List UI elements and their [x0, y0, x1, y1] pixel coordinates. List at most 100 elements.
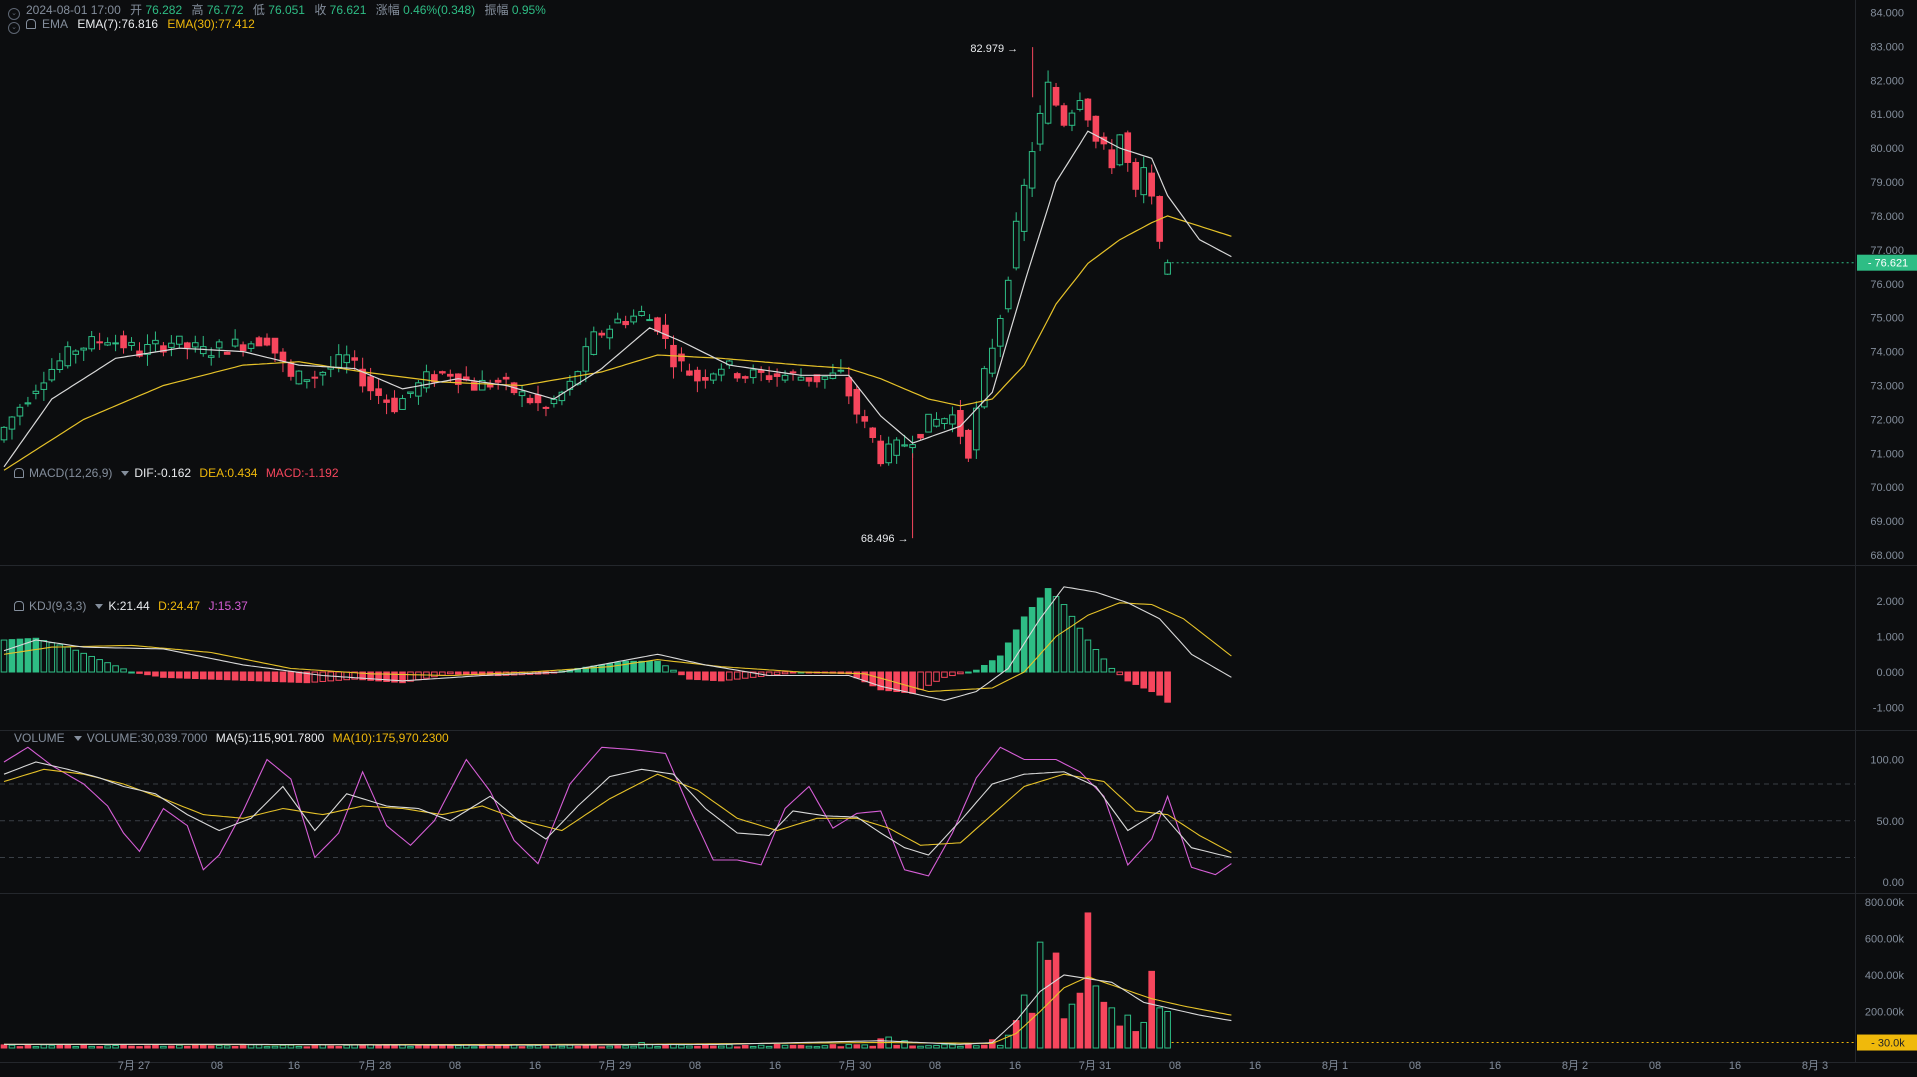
volume-bar [431, 1044, 438, 1049]
candle-body [1076, 100, 1084, 110]
candle-body [925, 413, 932, 433]
volume-name[interactable]: VOLUME [14, 731, 65, 745]
candle-body [813, 374, 821, 383]
macd-bar [973, 669, 980, 673]
candle-body [941, 418, 948, 425]
volume-bar [861, 1044, 869, 1049]
candle-body [486, 383, 494, 388]
candle-body [1060, 105, 1068, 126]
volume-bar [439, 1045, 446, 1049]
volume-bar [582, 1045, 590, 1049]
candle-body [718, 368, 725, 376]
macd-bar [1068, 615, 1076, 673]
candle-body [646, 319, 653, 322]
price-tick-label: 81.000 [1870, 109, 1904, 121]
macd-name[interactable]: MACD(12,26,9) [29, 466, 112, 480]
kdj-header: KDJ(9,3,3) K:21.44 D:24.47 J:15.37 [14, 599, 253, 613]
bell-icon[interactable] [14, 601, 24, 611]
candle-body [1140, 167, 1148, 196]
volume-bar [1100, 1001, 1108, 1049]
price-tick-label: 71.000 [1870, 448, 1904, 460]
macd-bar [1036, 597, 1044, 673]
volume-bar [893, 1044, 900, 1049]
volume-bar [981, 1044, 988, 1049]
candle-body [590, 331, 598, 355]
macd-bar [702, 671, 709, 681]
volume-bar [1124, 1014, 1132, 1049]
kdj-name[interactable]: KDJ(9,3,3) [29, 599, 86, 613]
candle-body [702, 377, 709, 381]
candle-body [710, 373, 717, 381]
candle-body [239, 344, 247, 352]
candle-body [606, 328, 614, 339]
price-tick-label: 69.000 [1870, 516, 1904, 528]
macd-bar [24, 638, 32, 673]
macd-bar [805, 671, 813, 674]
candle-body [152, 339, 159, 345]
volume-bar [765, 1045, 773, 1049]
candle-body [80, 347, 88, 351]
chevron-down-icon[interactable] [121, 471, 130, 476]
macd-bar [853, 671, 861, 679]
volume-bar [749, 1046, 757, 1049]
macd-bar [757, 671, 765, 677]
volume-bar [614, 1045, 621, 1049]
candle-body [981, 368, 988, 408]
candle-body [207, 355, 215, 358]
macd-bar [981, 664, 988, 673]
macd-bar [399, 671, 406, 684]
candle-body [367, 376, 374, 392]
volume-bar [781, 1044, 789, 1049]
macd-bar [152, 671, 159, 677]
chevron-down-icon[interactable] [95, 604, 104, 609]
kdj-d: D:24.47 [158, 599, 201, 613]
volume-bar [295, 1045, 303, 1049]
macd-bar [279, 671, 287, 683]
volume-bar [590, 1044, 598, 1049]
candle-body [351, 357, 358, 361]
trading-chart[interactable]: 82.979 → 68.496 → 84.000 83.000 82.000 81.000… [0, 0, 1917, 1077]
macd-bar [104, 662, 111, 673]
macd-bar [781, 671, 789, 675]
volume-bar [1076, 992, 1084, 1049]
volume-bar [40, 1044, 48, 1049]
open-value: 76.282 [145, 3, 183, 17]
macd-bar [925, 671, 932, 686]
volume-bar [797, 1044, 805, 1049]
volume-bar [231, 1045, 239, 1049]
ema-name[interactable]: EMA [42, 17, 68, 31]
macd-bar [287, 671, 295, 683]
volume-bar [558, 1045, 566, 1049]
macd-bar [574, 667, 582, 673]
volume-bar [510, 1043, 518, 1049]
bell-icon[interactable] [14, 468, 24, 478]
volume-bar [136, 1046, 143, 1049]
volume-bar [789, 1044, 797, 1049]
bell-icon[interactable] [26, 19, 36, 29]
volume-bar [454, 1045, 462, 1049]
macd-bar [447, 671, 454, 675]
volume-bar [271, 1045, 279, 1049]
macd-bar [319, 671, 327, 682]
volume-bar [821, 1045, 829, 1049]
volume-bar [725, 1044, 733, 1049]
price-tick-label: 76.000 [1870, 279, 1904, 291]
candle-body [120, 335, 127, 349]
candle-body [160, 345, 167, 353]
candle-body [741, 376, 749, 379]
macd-tick-label: 0.000 [1876, 667, 1904, 679]
macd-bar [351, 671, 358, 680]
macd-bar [670, 669, 677, 673]
macd-bar [550, 671, 558, 674]
macd-bar [542, 671, 550, 675]
macd-bar [741, 671, 749, 679]
time-tick-label: 16 [1249, 1060, 1261, 1072]
macd-bar [694, 671, 701, 681]
macd-bar [1108, 667, 1116, 673]
chevron-down-icon[interactable] [73, 736, 82, 741]
volume-bar [805, 1045, 813, 1049]
macd-bar [749, 671, 757, 678]
macd-bar [64, 646, 72, 673]
collapse-icon[interactable]: ⌄ [8, 22, 20, 34]
volume-bar [303, 1046, 311, 1049]
